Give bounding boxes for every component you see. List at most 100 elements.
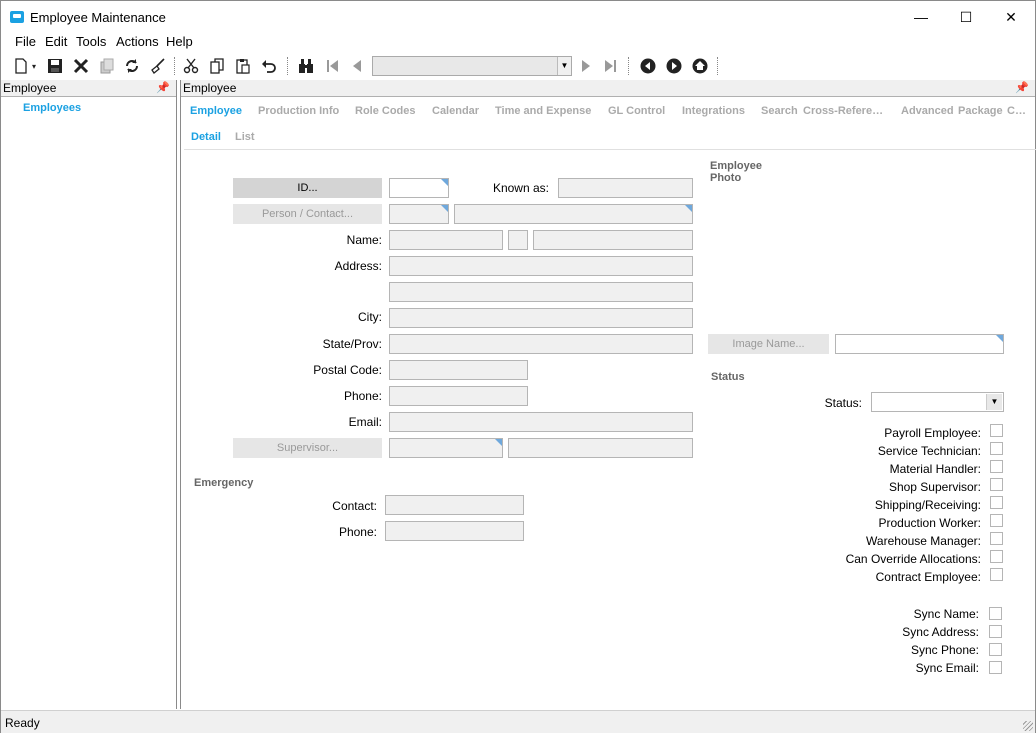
menu-actions[interactable]: Actions (116, 34, 159, 49)
main-pane-title: Employee (183, 81, 237, 95)
address-label: Address: (334, 259, 382, 273)
forward-icon[interactable] (664, 56, 684, 76)
new-dropdown-icon[interactable]: ▾ (29, 56, 39, 76)
tab-time-and-expense[interactable]: Time and Expense (495, 105, 591, 117)
tab-cross-reference[interactable]: Cross-Refere… (803, 105, 883, 117)
known-as-field[interactable] (558, 178, 693, 198)
sync-email-checkbox[interactable] (989, 661, 1002, 674)
warehouse-manager-label: Warehouse Manager: (866, 534, 981, 548)
menu-tools[interactable]: Tools (76, 34, 106, 49)
tab-gl-control[interactable]: GL Control (608, 105, 665, 117)
sync-address-checkbox[interactable] (989, 625, 1002, 638)
tab-advanced[interactable]: Advanced (901, 105, 954, 117)
last-record-icon[interactable] (600, 56, 620, 76)
service-technician-checkbox[interactable] (990, 442, 1003, 455)
first-record-icon[interactable] (323, 56, 343, 76)
sync-name-checkbox[interactable] (989, 607, 1002, 620)
pin-icon[interactable]: 📌 (1015, 81, 1029, 94)
person-contact-button[interactable]: Person / Contact... (233, 204, 382, 224)
material-handler-checkbox[interactable] (990, 460, 1003, 473)
address-line1-field[interactable] (389, 256, 693, 276)
emergency-contact-field[interactable] (385, 495, 524, 515)
production-worker-label: Production Worker: (878, 516, 982, 530)
middle-initial-field[interactable] (508, 230, 528, 250)
production-worker-checkbox[interactable] (990, 514, 1003, 527)
tab-production-info[interactable]: Production Info (258, 105, 339, 117)
pin-icon[interactable]: 📌 (156, 81, 170, 94)
last-name-field[interactable] (533, 230, 693, 250)
copy-record-icon[interactable] (97, 56, 117, 76)
can-override-allocations-label: Can Override Allocations: (845, 552, 981, 566)
payroll-employee-checkbox[interactable] (990, 424, 1003, 437)
tab-employee[interactable]: Employee (190, 105, 242, 117)
material-handler-label: Material Handler: (889, 462, 981, 476)
warehouse-manager-checkbox[interactable] (990, 532, 1003, 545)
maximize-button[interactable]: ☐ (943, 5, 989, 29)
tab-overflow[interactable]: C… (1007, 105, 1026, 117)
city-field[interactable] (389, 308, 693, 328)
sync-phone-checkbox[interactable] (989, 643, 1002, 656)
resize-grip-icon[interactable] (1023, 721, 1033, 731)
email-field[interactable] (389, 412, 693, 432)
shipping-receiving-checkbox[interactable] (990, 496, 1003, 509)
menu-file[interactable]: File (15, 34, 36, 49)
back-icon[interactable] (638, 56, 658, 76)
tab-search[interactable]: Search (761, 105, 798, 117)
subtab-detail[interactable]: Detail (191, 131, 221, 143)
city-label: City: (358, 310, 382, 324)
can-override-allocations-checkbox[interactable] (990, 550, 1003, 563)
delete-icon[interactable] (71, 56, 91, 76)
postal-code-label: Postal Code: (313, 363, 382, 377)
previous-record-icon[interactable] (347, 56, 367, 76)
menu-edit[interactable]: Edit (45, 34, 67, 49)
postal-code-field[interactable] (389, 360, 528, 380)
copy-icon[interactable] (207, 56, 227, 76)
supervisor-id-field[interactable] (389, 438, 503, 458)
chevron-down-icon[interactable]: ▼ (557, 57, 571, 75)
menu-help[interactable]: Help (166, 34, 193, 49)
state-prov-field[interactable] (389, 334, 693, 354)
paste-icon[interactable] (233, 56, 253, 76)
shipping-receiving-label: Shipping/Receiving: (874, 498, 981, 512)
tab-package[interactable]: Package (958, 105, 1003, 117)
home-icon[interactable] (690, 56, 710, 76)
phone-field[interactable] (389, 386, 528, 406)
close-button[interactable]: ✕ (988, 5, 1034, 29)
status-select[interactable]: ▼ (871, 392, 1004, 412)
undo-icon[interactable] (259, 56, 279, 76)
first-name-field[interactable] (389, 230, 503, 250)
image-name-button[interactable]: Image Name... (708, 334, 829, 354)
chevron-down-icon[interactable]: ▼ (986, 394, 1002, 410)
subtab-list[interactable]: List (235, 131, 255, 143)
image-name-field[interactable] (835, 334, 1004, 354)
title-bar: Employee Maintenance — ☐ ✕ (1, 1, 1035, 33)
emergency-phone-field[interactable] (385, 521, 524, 541)
id-field[interactable] (389, 178, 449, 198)
supervisor-button[interactable]: Supervisor... (233, 438, 382, 458)
binoculars-icon[interactable] (296, 56, 316, 76)
new-document-icon[interactable] (11, 56, 31, 76)
tab-integrations[interactable]: Integrations (682, 105, 745, 117)
tree-item-employees[interactable]: Employees (23, 102, 81, 114)
emergency-contact-label: Contact: (332, 499, 377, 513)
toolbar-separator (174, 57, 175, 75)
person-contact-name-field[interactable] (454, 204, 693, 224)
save-icon[interactable] (45, 56, 65, 76)
record-selector-combo[interactable]: ▼ (372, 56, 572, 76)
tab-role-codes[interactable]: Role Codes (355, 105, 416, 117)
toolbar-separator (628, 57, 629, 75)
supervisor-name-field[interactable] (508, 438, 693, 458)
name-label: Name: (346, 233, 382, 247)
clear-broom-icon[interactable] (148, 56, 168, 76)
tab-calendar[interactable]: Calendar (432, 105, 479, 117)
id-lookup-button[interactable]: ID... (233, 178, 382, 198)
cut-icon[interactable] (181, 56, 201, 76)
refresh-icon[interactable] (122, 56, 142, 76)
next-record-icon[interactable] (576, 56, 596, 76)
person-contact-id-field[interactable] (389, 204, 449, 224)
shop-supervisor-checkbox[interactable] (990, 478, 1003, 491)
minimize-button[interactable]: — (898, 5, 944, 29)
contract-employee-checkbox[interactable] (990, 568, 1003, 581)
address-line2-field[interactable] (389, 282, 693, 302)
sync-phone-label: Sync Phone: (910, 643, 979, 657)
